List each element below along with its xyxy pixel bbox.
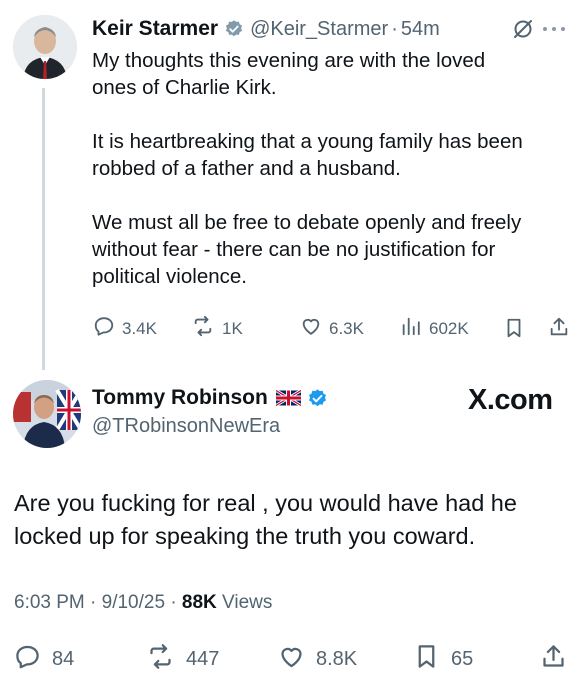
author-handle[interactable]: @TRobinsonNewEra <box>92 415 280 438</box>
separator-dot: · <box>391 17 398 40</box>
like-icon <box>300 315 322 342</box>
body-line: ones of Charlie Kirk. <box>92 76 277 99</box>
reply-count: 84 <box>52 648 75 670</box>
body-line: without fear - there can be no justifica… <box>92 238 496 261</box>
timestamp[interactable]: 6:03 PM · 9/10/25 · <box>14 592 182 614</box>
repost-button[interactable]: 447 <box>146 643 219 676</box>
thread-connector-line <box>42 88 45 370</box>
share-icon[interactable] <box>548 316 570 338</box>
repost-count: 1K <box>222 318 243 338</box>
repost-button[interactable]: 1K <box>191 315 243 342</box>
reply-count: 3.4K <box>122 318 157 338</box>
repost-count: 447 <box>186 648 220 670</box>
reply-icon <box>14 643 41 676</box>
reply-icon <box>93 315 115 342</box>
reply-tweet-header: Tommy Robinson <box>92 386 328 410</box>
avatar-tommy-robinson[interactable] <box>13 380 81 448</box>
bookmark-button[interactable]: 65 <box>413 643 473 676</box>
like-button[interactable]: 6.3K <box>300 315 364 342</box>
like-button[interactable]: 8.8K <box>278 643 357 676</box>
views-button[interactable]: 602K <box>400 315 469 342</box>
repost-icon <box>146 643 175 676</box>
reply-button[interactable]: 84 <box>14 643 74 676</box>
avatar-keir-starmer[interactable] <box>13 15 77 79</box>
views-count: 88K <box>181 592 217 613</box>
body-line: My thoughts this evening are with the lo… <box>92 49 486 72</box>
body-line: robbed of a father and a husband. <box>92 157 401 180</box>
author-name[interactable]: Tommy Robinson <box>92 386 268 410</box>
verified-badge-icon <box>307 388 328 409</box>
avatar-image <box>13 380 81 448</box>
bookmark-count: 65 <box>451 648 474 670</box>
views-icon <box>400 315 422 342</box>
views-label: Views <box>216 592 273 613</box>
body-line: It is heartbreaking that a young family … <box>92 130 523 153</box>
reply-tweet-body: Are you fucking for real , you would hav… <box>14 487 574 553</box>
tweet-meta: 6:03 PM · 9/10/25 · 88K Views <box>14 592 272 614</box>
author-name[interactable]: Keir Starmer <box>92 17 218 41</box>
body-line: locked up for speaking the truth you cow… <box>14 523 476 549</box>
time-ago[interactable]: 54m <box>401 18 440 41</box>
body-line: We must all be free to debate openly and… <box>92 211 522 234</box>
verified-badge-icon <box>224 19 244 39</box>
like-count: 6.3K <box>329 318 364 338</box>
reply-button[interactable]: 3.4K <box>93 315 157 342</box>
like-count: 8.8K <box>316 648 358 670</box>
grok-icon[interactable] <box>511 17 535 41</box>
body-line: Are you fucking for real , you would hav… <box>14 490 517 516</box>
uk-flag-icon <box>275 390 301 406</box>
bookmark-icon[interactable] <box>503 317 525 339</box>
parent-tweet-header: Keir Starmer @Keir_Starmer · 54m <box>92 14 572 44</box>
bookmark-icon <box>413 643 440 676</box>
views-count: 602K <box>429 318 469 338</box>
more-icon[interactable] <box>541 22 567 36</box>
repost-icon <box>191 315 215 342</box>
like-icon <box>278 643 305 676</box>
author-handle[interactable]: @Keir_Starmer <box>250 18 388 41</box>
parent-tweet-body: My thoughts this evening are with the lo… <box>92 47 572 290</box>
body-line: political violence. <box>92 265 247 288</box>
share-icon[interactable] <box>540 643 567 670</box>
x-com-watermark: X.com <box>468 384 553 416</box>
avatar-image <box>13 15 77 79</box>
